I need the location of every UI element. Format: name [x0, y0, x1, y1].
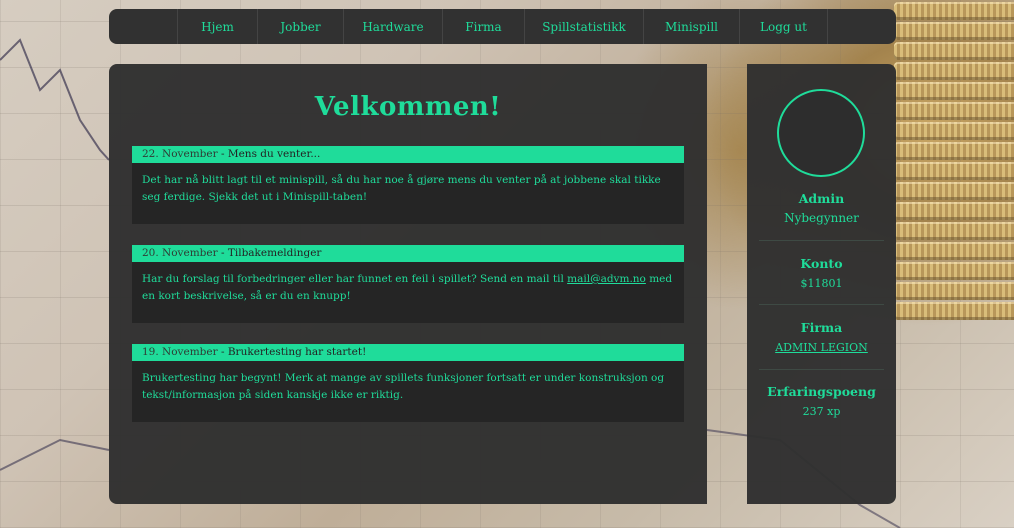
- news-title: Brukertesting har startet!: [227, 346, 367, 358]
- main-navbar: Hjem Jobber Hardware Firma Spillstatisti…: [109, 9, 896, 44]
- news-separator: -: [217, 247, 228, 259]
- main-panel: Velkommen! 22. November - Mens du venter…: [109, 64, 707, 504]
- news-body: Har du forslag til forbedringer eller ha…: [132, 262, 684, 323]
- nav-item-hjem[interactable]: Hjem: [177, 9, 257, 44]
- username: Admin: [798, 191, 845, 206]
- profile-sidebar: Admin Nybegynner Konto $11801 Firma ADMI…: [747, 64, 896, 504]
- news-separator: -: [217, 148, 228, 160]
- news-body: Det har nå blitt lagt til et minispill, …: [132, 163, 684, 224]
- news-item: 19. November - Brukertesting har startet…: [132, 344, 684, 422]
- divider: [759, 240, 884, 241]
- background-coins: [894, 0, 1014, 330]
- news-date: 19. November: [142, 346, 218, 358]
- news-item: 22. November - Mens du venter... Det har…: [132, 146, 684, 224]
- news-header: 22. November - Mens du venter...: [132, 146, 684, 163]
- nav-item-logg-ut[interactable]: Logg ut: [739, 9, 828, 44]
- company-link[interactable]: ADMIN LEGION: [775, 341, 868, 354]
- news-header: 19. November - Brukertesting har startet…: [132, 344, 684, 361]
- news-date: 20. November: [142, 247, 218, 259]
- email-link[interactable]: mail@advm.no: [567, 273, 646, 285]
- company-block: Firma ADMIN LEGION: [747, 320, 896, 354]
- company-label: Firma: [800, 320, 843, 335]
- nav-item-firma[interactable]: Firma: [442, 9, 524, 44]
- account-value: $11801: [800, 277, 843, 290]
- news-body-text: Har du forslag til forbedringer eller ha…: [142, 273, 568, 285]
- page-title: Velkommen!: [314, 92, 502, 122]
- user-rank: Nybegynner: [784, 211, 859, 225]
- nav-item-minispill[interactable]: Minispill: [643, 9, 739, 44]
- news-title: Mens du venter...: [227, 148, 321, 160]
- account-label: Konto: [800, 256, 843, 271]
- xp-label: Erfaringspoeng: [767, 384, 876, 399]
- company-link-wrap: ADMIN LEGION: [747, 341, 896, 354]
- xp-block: Erfaringspoeng 237 xp: [747, 384, 896, 418]
- user-block: Admin Nybegynner: [747, 191, 896, 225]
- news-title: Tilbakemeldinger: [227, 247, 322, 259]
- news-body: Brukertesting har begynt! Merk at mange …: [132, 361, 684, 422]
- nav-item-hardware[interactable]: Hardware: [343, 9, 442, 44]
- divider: [759, 369, 884, 370]
- news-item: 20. November - Tilbakemeldinger Har du f…: [132, 245, 684, 323]
- account-block: Konto $11801: [747, 256, 896, 290]
- news-separator: -: [217, 346, 228, 358]
- divider: [759, 304, 884, 305]
- xp-value: 237 xp: [802, 405, 841, 418]
- avatar[interactable]: [777, 89, 865, 177]
- nav-item-spillstatistikk[interactable]: Spillstatistikk: [524, 9, 643, 44]
- news-header: 20. November - Tilbakemeldinger: [132, 245, 684, 262]
- nav-item-jobber[interactable]: Jobber: [257, 9, 343, 44]
- news-date: 22. November: [142, 148, 218, 160]
